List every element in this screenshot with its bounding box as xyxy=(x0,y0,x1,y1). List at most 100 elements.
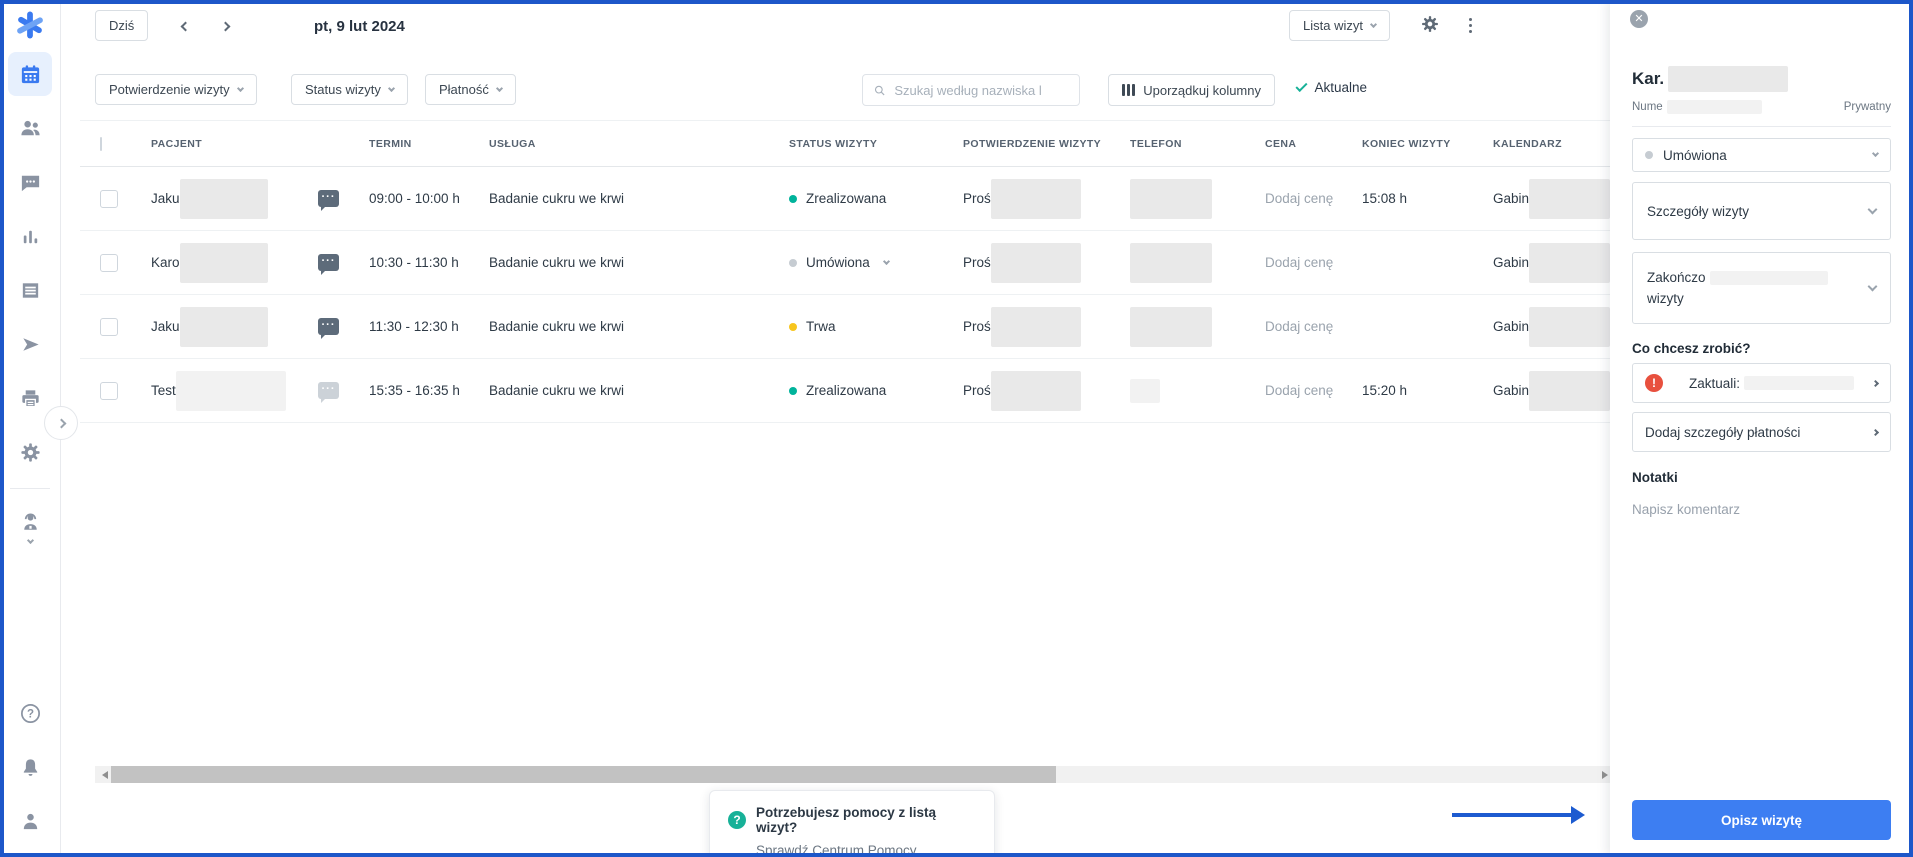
appointments-table: PACJENT TERMIN USŁUGA STATUS WIZYTY POTW… xyxy=(80,120,1610,423)
redacted-calendar xyxy=(1529,242,1610,283)
close-icon[interactable]: ✕ xyxy=(1630,10,1648,28)
confirmation-text: Proś xyxy=(963,255,991,270)
status-dot xyxy=(789,258,797,267)
scroll-left-icon[interactable] xyxy=(95,766,111,783)
columns-icon xyxy=(1122,84,1136,96)
col-header-koniec[interactable]: KONIEC WIZYTY xyxy=(1346,138,1477,150)
filter-payment[interactable]: Płatność xyxy=(425,74,516,105)
appointment-time: 10:30 - 11:30 h xyxy=(369,255,459,270)
table-header-row: PACJENT TERMIN USŁUGA STATUS WIZYTY POTW… xyxy=(80,120,1610,167)
confirmation-text: Proś xyxy=(963,383,991,398)
confirmation-text: Proś xyxy=(963,319,991,334)
col-header-telefon[interactable]: TELEFON xyxy=(1114,138,1249,150)
appointment-time: 11:30 - 12:30 h xyxy=(369,319,459,334)
sidebar-item-campaigns[interactable] xyxy=(8,322,52,366)
search-box xyxy=(862,74,1080,106)
describe-visit-button[interactable]: Opisz wizytę xyxy=(1632,800,1891,840)
alert-icon: ! xyxy=(1645,374,1663,392)
redacted-patient xyxy=(179,306,268,347)
arrange-columns-button[interactable]: Uporządkuj kolumny xyxy=(1108,74,1275,106)
col-header-pacjent[interactable]: PACJENT xyxy=(135,138,353,150)
app-logo-icon[interactable] xyxy=(13,8,47,42)
what-to-do-heading: Co chcesz zrobić? xyxy=(1632,341,1751,356)
prev-day-button[interactable] xyxy=(171,12,199,40)
col-header-usluga[interactable]: USŁUGA xyxy=(473,138,773,150)
redacted-calendar xyxy=(1529,178,1610,219)
add-price-link[interactable]: Dodaj cenę xyxy=(1249,255,1346,270)
redacted-calendar xyxy=(1529,306,1610,347)
help-center-link[interactable]: Sprawdź Centrum Pomocy xyxy=(756,843,917,857)
sidebar-item-calendar[interactable] xyxy=(8,52,52,96)
chevron-down-icon xyxy=(1871,149,1880,158)
horizontal-scrollbar[interactable] xyxy=(95,766,1610,783)
redacted-patient xyxy=(179,178,268,219)
status-label: Trwa xyxy=(806,319,836,334)
chat-icon[interactable] xyxy=(318,318,339,339)
chevron-right-icon xyxy=(1871,379,1880,387)
view-selector-button[interactable]: Lista wizyt xyxy=(1289,10,1390,41)
sidebar-item-patients[interactable] xyxy=(8,106,52,150)
sidebar-item-account[interactable] xyxy=(8,799,52,843)
chevron-right-icon xyxy=(1871,428,1880,436)
add-price-link[interactable]: Dodaj cenę xyxy=(1249,191,1346,206)
panel-status-select[interactable]: Umówiona xyxy=(1632,138,1891,172)
table-row[interactable]: Karo 10:30 - 11:30 h Badanie cukru we kr… xyxy=(80,231,1610,295)
row-checkbox[interactable] xyxy=(100,317,118,336)
appointment-time: 09:00 - 10:00 h xyxy=(369,191,460,206)
chat-icon[interactable] xyxy=(318,190,339,211)
redacted-patient xyxy=(175,370,286,411)
scroll-right-icon[interactable] xyxy=(1599,766,1610,783)
settings-gear-icon[interactable] xyxy=(1420,14,1440,39)
row-checkbox[interactable] xyxy=(100,253,118,272)
today-button[interactable]: Dziś xyxy=(95,10,149,41)
next-day-button[interactable] xyxy=(211,12,239,40)
filter-confirmation[interactable]: Potwierdzenie wizyty xyxy=(95,74,257,105)
sidebar-item-help[interactable]: ? xyxy=(8,691,52,735)
confirmation-text: Proś xyxy=(963,191,991,206)
table-row[interactable]: Test 15:35 - 16:35 h Badanie cukru we kr… xyxy=(80,359,1610,423)
sidebar-item-settings[interactable] xyxy=(8,430,52,474)
add-price-link[interactable]: Dodaj cenę xyxy=(1249,383,1346,398)
more-options-icon[interactable] xyxy=(1458,13,1482,37)
add-payment-action[interactable]: Dodaj szczegóły płatności xyxy=(1632,412,1891,452)
chat-icon[interactable] xyxy=(318,254,339,275)
current-filter-toggle[interactable]: Aktualne xyxy=(1295,79,1367,95)
table-row[interactable]: Jaku 11:30 - 12:30 h Badanie cukru we kr… xyxy=(80,295,1610,359)
calendar-name: Gabin xyxy=(1493,383,1530,398)
select-all-checkbox[interactable] xyxy=(100,136,102,151)
redacted-text xyxy=(1709,270,1828,285)
sidebar-item-billing-list[interactable] xyxy=(8,268,52,312)
status-label: Zrealizowana xyxy=(806,191,887,206)
sidebar-item-messages[interactable] xyxy=(8,160,52,204)
table-row[interactable]: Jaku 09:00 - 10:00 h Badanie cukru we kr… xyxy=(80,167,1610,231)
notes-heading: Notatki xyxy=(1632,470,1678,485)
sidebar-item-notifications[interactable] xyxy=(8,745,52,789)
expand-sidebar-button[interactable] xyxy=(44,406,78,440)
filter-status[interactable]: Status wizyty xyxy=(291,74,408,105)
update-visit-action[interactable]: ! Zaktuali: xyxy=(1632,363,1891,403)
panel-finish-section[interactable]: Zakończo wizyty xyxy=(1632,252,1891,324)
scrollbar-thumb[interactable] xyxy=(111,766,1056,783)
add-price-link[interactable]: Dodaj cenę xyxy=(1249,319,1346,334)
redacted-phone xyxy=(1130,242,1212,283)
col-header-status[interactable]: STATUS WIZYTY xyxy=(773,138,947,150)
col-header-kalendarz[interactable]: KALENDARZ xyxy=(1477,138,1610,150)
sidebar-item-specialist[interactable] xyxy=(8,499,52,555)
col-header-potwierdzenie[interactable]: POTWIERDZENIE WIZYTY xyxy=(947,138,1114,150)
row-checkbox[interactable] xyxy=(100,189,118,208)
row-checkbox[interactable] xyxy=(100,381,118,400)
sidebar-item-statistics[interactable] xyxy=(8,214,52,258)
chevron-down-icon xyxy=(1369,20,1378,28)
col-header-cena[interactable]: CENA xyxy=(1249,138,1346,150)
col-header-termin[interactable]: TERMIN xyxy=(353,138,473,150)
visit-end-time: 15:08 h xyxy=(1362,191,1408,206)
calendar-name: Gabin xyxy=(1493,319,1530,334)
panel-visit-details-section[interactable]: Szczegóły wizyty xyxy=(1632,182,1891,240)
chat-icon[interactable] xyxy=(318,382,339,403)
comment-input[interactable]: Napisz komentarz xyxy=(1632,502,1740,517)
help-popover: ? Potrzebujesz pomocy z listą wizyt? Spr… xyxy=(709,790,995,857)
status-dropdown-icon[interactable] xyxy=(882,257,890,265)
annotation-arrow xyxy=(1452,806,1585,824)
status-dot xyxy=(789,322,797,331)
search-input[interactable] xyxy=(894,82,1069,98)
